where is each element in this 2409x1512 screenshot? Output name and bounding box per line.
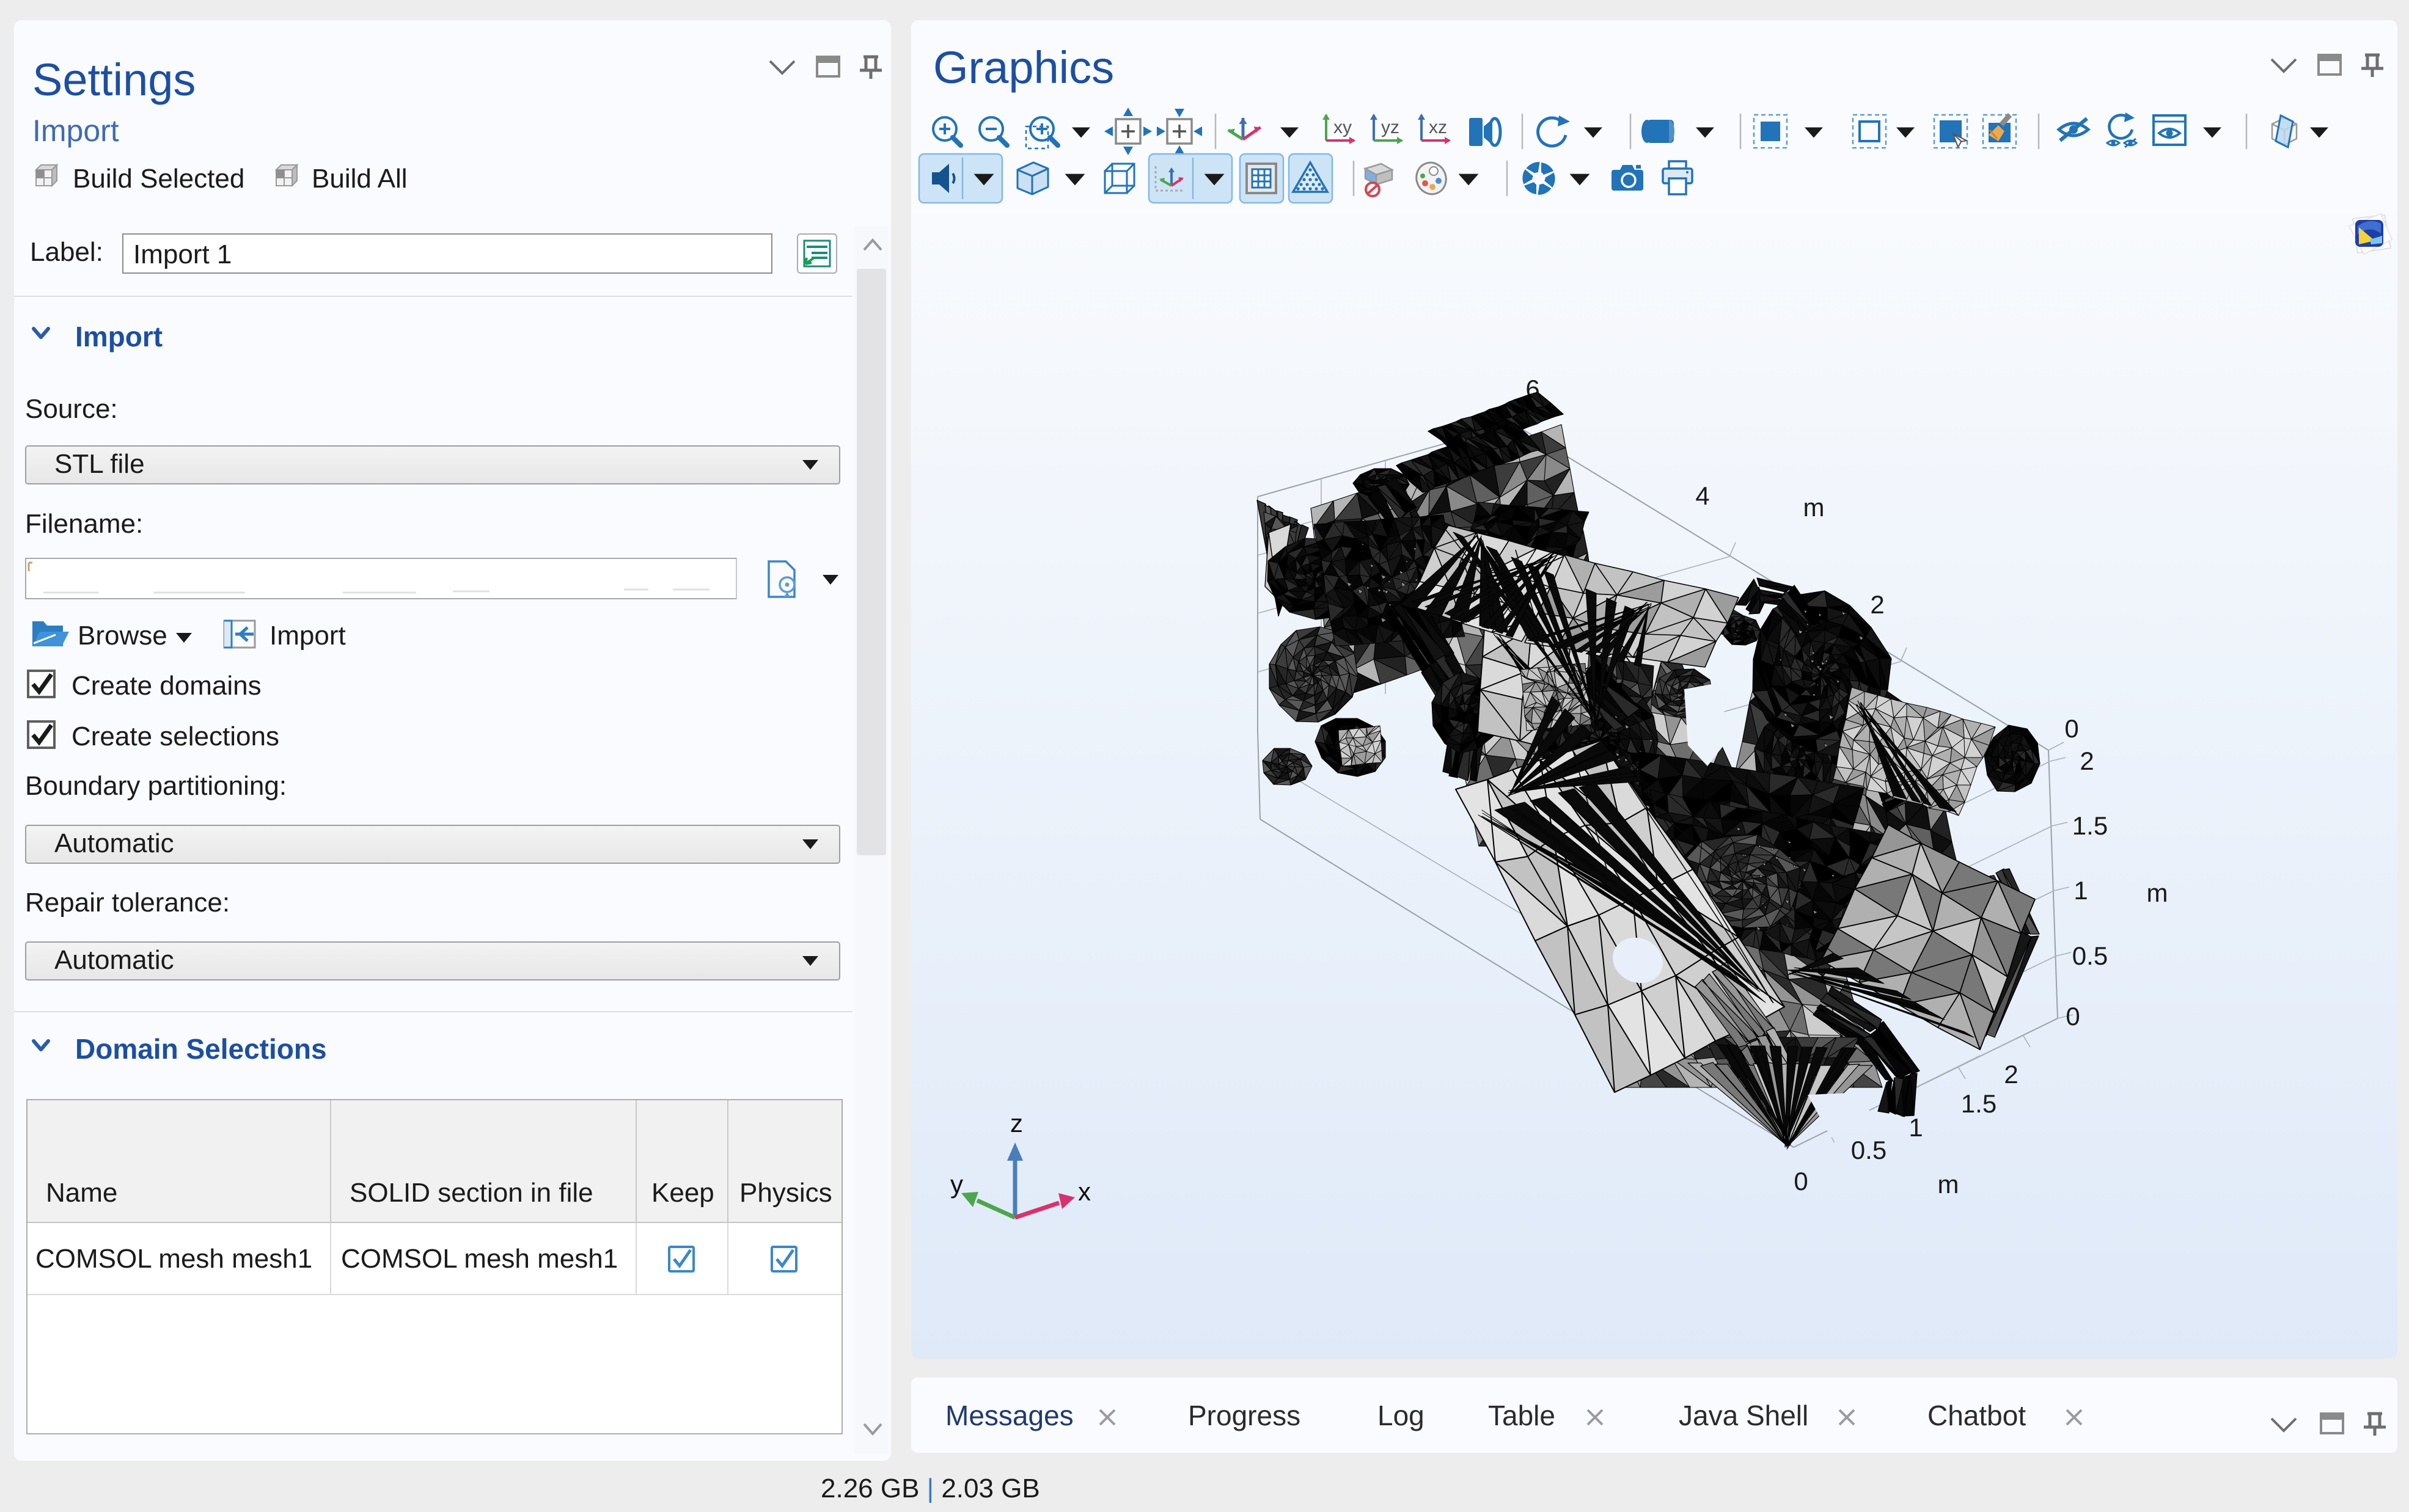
svg-text:z: z — [1010, 1109, 1023, 1138]
svg-text:xy: xy — [1333, 117, 1352, 137]
svg-text:yz: yz — [1381, 117, 1399, 137]
svg-text:2: 2 — [2080, 747, 2094, 775]
svg-text:xz: xz — [1429, 117, 1447, 137]
svg-text:m: m — [1803, 493, 1825, 522]
svg-text:0: 0 — [2064, 714, 2078, 743]
svg-text:2: 2 — [2004, 1060, 2018, 1089]
svg-text:0.5: 0.5 — [2072, 941, 2108, 970]
svg-text:m: m — [1938, 1170, 1959, 1199]
svg-text:4: 4 — [1695, 481, 1709, 510]
svg-text:x: x — [1078, 1177, 1091, 1206]
svg-text:1.5: 1.5 — [1961, 1089, 1997, 1118]
svg-text:1: 1 — [2074, 876, 2088, 905]
svg-text:2: 2 — [1870, 590, 1884, 619]
svg-text:1.5: 1.5 — [2072, 811, 2108, 840]
svg-text:0: 0 — [2066, 1002, 2080, 1031]
svg-text:0.5: 0.5 — [1851, 1136, 1887, 1164]
svg-text:0: 0 — [1794, 1167, 1808, 1196]
svg-text:1: 1 — [1909, 1113, 1923, 1142]
svg-text:m: m — [2147, 878, 2168, 907]
svg-text:y: y — [950, 1170, 963, 1199]
